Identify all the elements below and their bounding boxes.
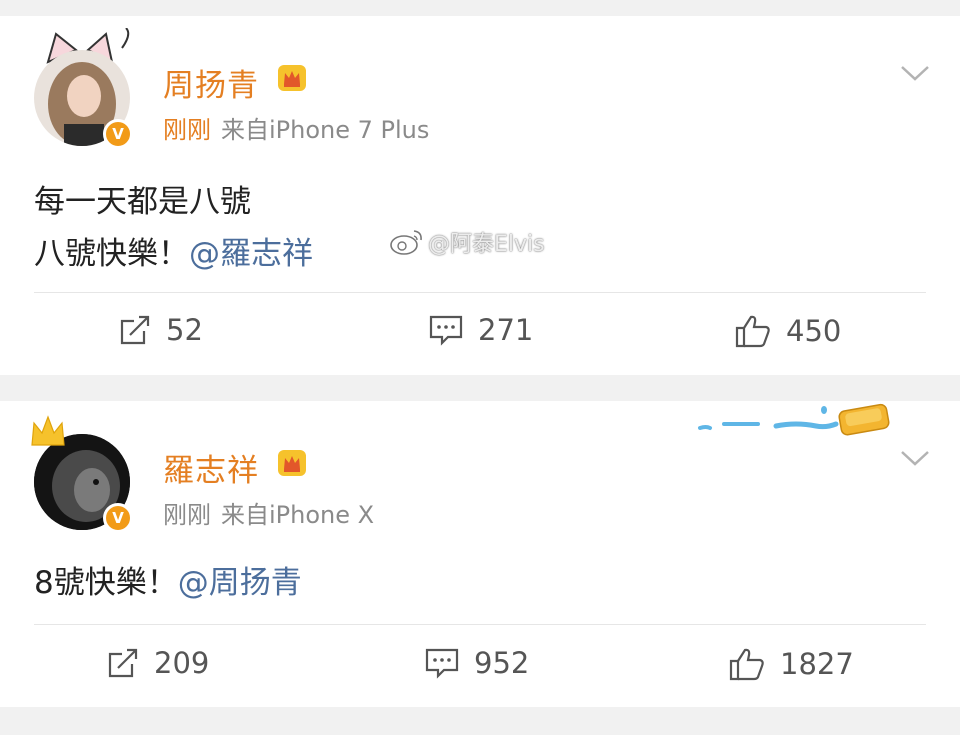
verified-badge: V [103, 119, 133, 149]
like-count: 450 [786, 314, 842, 348]
weibo-logo-icon [390, 230, 422, 255]
feed-post-1: V 周扬青 刚刚 来自iPhone 7 Plus 每一天都是八號 八號快樂！@羅志… [0, 16, 960, 375]
feed-post-2: V 羅志祥 刚刚 来自iPhone X 8號快樂！@周扬青 209 952 18… [0, 401, 960, 707]
like-button[interactable]: 1827 [728, 646, 854, 682]
comment-count: 271 [478, 313, 534, 347]
comment-icon [425, 648, 459, 679]
post-time: 刚刚 [163, 501, 211, 529]
avatar-area[interactable]: V [0, 16, 140, 156]
divider [34, 292, 926, 293]
thumbs-up-icon [729, 648, 764, 681]
comment-button[interactable]: 271 [428, 313, 533, 347]
thumbs-up-icon [735, 315, 770, 348]
post-content: 8號快樂！@周扬青 [34, 557, 302, 609]
content-line: 每一天都是八號 [34, 184, 251, 220]
username[interactable]: 周扬青 [163, 60, 259, 105]
post-source: 来自iPhone 7 Plus [221, 116, 430, 144]
repost-count: 209 [154, 646, 210, 680]
verified-badge: V [103, 503, 133, 533]
comment-count: 952 [474, 646, 530, 680]
chevron-down-icon[interactable] [900, 449, 930, 467]
username[interactable]: 羅志祥 [163, 445, 259, 490]
repost-button[interactable]: 52 [118, 313, 203, 347]
crown-vip-icon [278, 65, 306, 91]
repost-icon [120, 315, 150, 345]
watermark-text: @阿泰Elvis [428, 232, 545, 257]
comment-button[interactable]: 952 [424, 646, 529, 680]
repost-button[interactable]: 209 [106, 646, 209, 680]
crown-vip-icon [278, 450, 306, 476]
chevron-down-icon[interactable] [900, 64, 930, 82]
verified-badge-letter: V [112, 125, 124, 143]
content-text: 八號快樂！ [34, 236, 189, 272]
content-text: 8號快樂！ [34, 565, 178, 601]
post-meta: 刚刚 来自iPhone 7 Plus [163, 110, 429, 145]
crown-frame-icon [31, 415, 65, 446]
post-time: 刚刚 [163, 116, 211, 144]
comment-icon [429, 315, 463, 346]
divider [34, 624, 926, 625]
like-count: 1827 [780, 647, 854, 681]
mention-link[interactable]: @周扬青 [178, 565, 302, 601]
watermark: @阿泰Elvis [388, 226, 545, 258]
like-button[interactable]: 450 [734, 313, 841, 349]
repost-count: 52 [166, 313, 203, 347]
verified-badge-letter: V [112, 509, 124, 527]
post-content: 每一天都是八號 八號快樂！@羅志祥 [34, 176, 313, 280]
avatar-area[interactable]: V [0, 401, 140, 541]
post-meta: 刚刚 来自iPhone X [163, 495, 374, 530]
repost-icon [108, 648, 138, 678]
post-source: 来自iPhone X [221, 501, 375, 529]
mention-link[interactable]: @羅志祥 [189, 236, 313, 272]
content-line: 八號快樂！@羅志祥 [34, 228, 313, 280]
card-decoration-sticker [698, 403, 890, 436]
